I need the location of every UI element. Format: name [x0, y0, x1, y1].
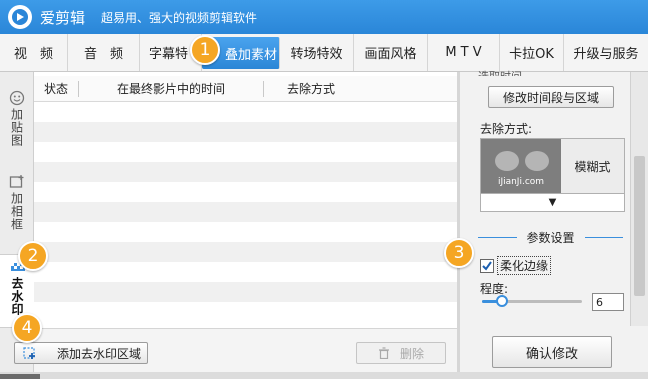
column-header-time[interactable]: 在最终影片中的时间: [79, 76, 263, 102]
add-watermark-region-button[interactable]: 添加去水印区域: [14, 342, 148, 364]
tab-karaoke[interactable]: 卡拉OK: [500, 34, 564, 71]
tab-transition-effects[interactable]: 转场特效: [280, 34, 354, 71]
properties-scrollbar[interactable]: [630, 72, 648, 326]
preview-watermark-text: iJianJi.com: [497, 177, 545, 187]
table-body: [34, 102, 457, 322]
status-bar: [0, 372, 648, 379]
side-tab-add-frame[interactable]: 加相框: [0, 170, 34, 231]
params-section-title: 参数设置: [478, 229, 624, 245]
slider-knob[interactable]: [496, 295, 508, 307]
tab-visual-style[interactable]: 画面风格: [354, 34, 428, 71]
section-divider: [478, 236, 517, 238]
column-header-removal-method[interactable]: 去除方式: [264, 76, 358, 102]
column-header-status[interactable]: 状态: [34, 76, 78, 102]
checkmark-icon: [482, 260, 492, 271]
table-row: [34, 142, 457, 162]
edit-time-region-button[interactable]: 修改时间段与区域: [488, 86, 614, 108]
blur-preview-image: iJianJi.com: [481, 139, 561, 193]
title-bar: 爱剪辑 超易用、强大的视频剪辑软件: [0, 0, 648, 34]
table-row: [34, 202, 457, 222]
frame-plus-icon: [9, 175, 24, 188]
table-row: [34, 122, 457, 142]
main-tab-bar: 视 频 音 频 字幕特 叠加素材 转场特效 画面风格 M T V 卡拉OK 升级…: [0, 34, 648, 72]
table-header: 状态 在最终影片中的时间 去除方式: [34, 76, 457, 102]
degree-slider[interactable]: [480, 293, 584, 309]
table-row: [34, 242, 457, 262]
removal-method-dropdown[interactable]: ▼: [480, 194, 625, 212]
delete-region-label: 删除: [399, 346, 424, 361]
side-tab-label: 加贴图: [9, 108, 24, 147]
smiley-icon: [9, 90, 25, 106]
trash-icon: [378, 347, 389, 359]
table-row: [34, 162, 457, 182]
soften-edges-option[interactable]: 柔化边缘: [480, 256, 552, 275]
delete-region-button[interactable]: 删除: [356, 342, 446, 364]
removal-mode-label: 模糊式: [561, 139, 624, 193]
properties-panel: [460, 72, 648, 372]
tab-video[interactable]: 视 频: [0, 34, 68, 71]
region-action-bar: 添加去水印区域 删除: [14, 328, 457, 372]
step-badge: 4: [12, 313, 42, 343]
step-badge: 1: [190, 35, 220, 65]
removal-method-preview[interactable]: iJianJi.com 模糊式: [480, 138, 625, 194]
add-watermark-region-label: 添加去水印区域: [56, 346, 141, 361]
add-region-icon: [23, 347, 35, 359]
tab-mtv[interactable]: M T V: [428, 34, 500, 71]
table-row: [34, 262, 457, 282]
tab-upgrade-service[interactable]: 升级与服务: [564, 34, 648, 71]
table-row: [34, 222, 457, 242]
soften-edges-label: 柔化边缘: [497, 256, 552, 275]
table-row: [34, 282, 457, 302]
watermark-region-table: 状态 在最终影片中的时间 去除方式: [34, 76, 457, 328]
step-badge: 2: [18, 241, 48, 271]
chevron-down-icon: ▼: [548, 197, 557, 208]
table-row: [34, 302, 457, 322]
status-bar-segment: [0, 374, 40, 379]
table-row: [34, 182, 457, 202]
step-badge: 3: [444, 238, 474, 268]
app-slogan: 超易用、强大的视频剪辑软件: [101, 10, 258, 25]
side-tab-label: 加相框: [9, 192, 24, 231]
confirm-changes-button[interactable]: 确认修改: [492, 336, 612, 368]
app-name: 爱剪辑: [40, 8, 86, 27]
soften-edges-checkbox[interactable]: [480, 258, 494, 273]
params-title-text: 参数设置: [526, 230, 575, 245]
section-divider: [584, 236, 624, 238]
time-section-label: 选取时间: [478, 68, 522, 76]
side-tab-label: 去水印: [10, 277, 24, 316]
degree-value-input[interactable]: 6: [592, 293, 624, 311]
table-row: [34, 102, 457, 122]
app-logo-icon: [8, 5, 32, 29]
side-tab-add-sticker[interactable]: 加贴图: [0, 86, 34, 147]
removal-method-label: 去除方式:: [480, 122, 533, 136]
scrollbar-thumb[interactable]: [634, 156, 645, 296]
tab-audio[interactable]: 音 频: [68, 34, 140, 71]
